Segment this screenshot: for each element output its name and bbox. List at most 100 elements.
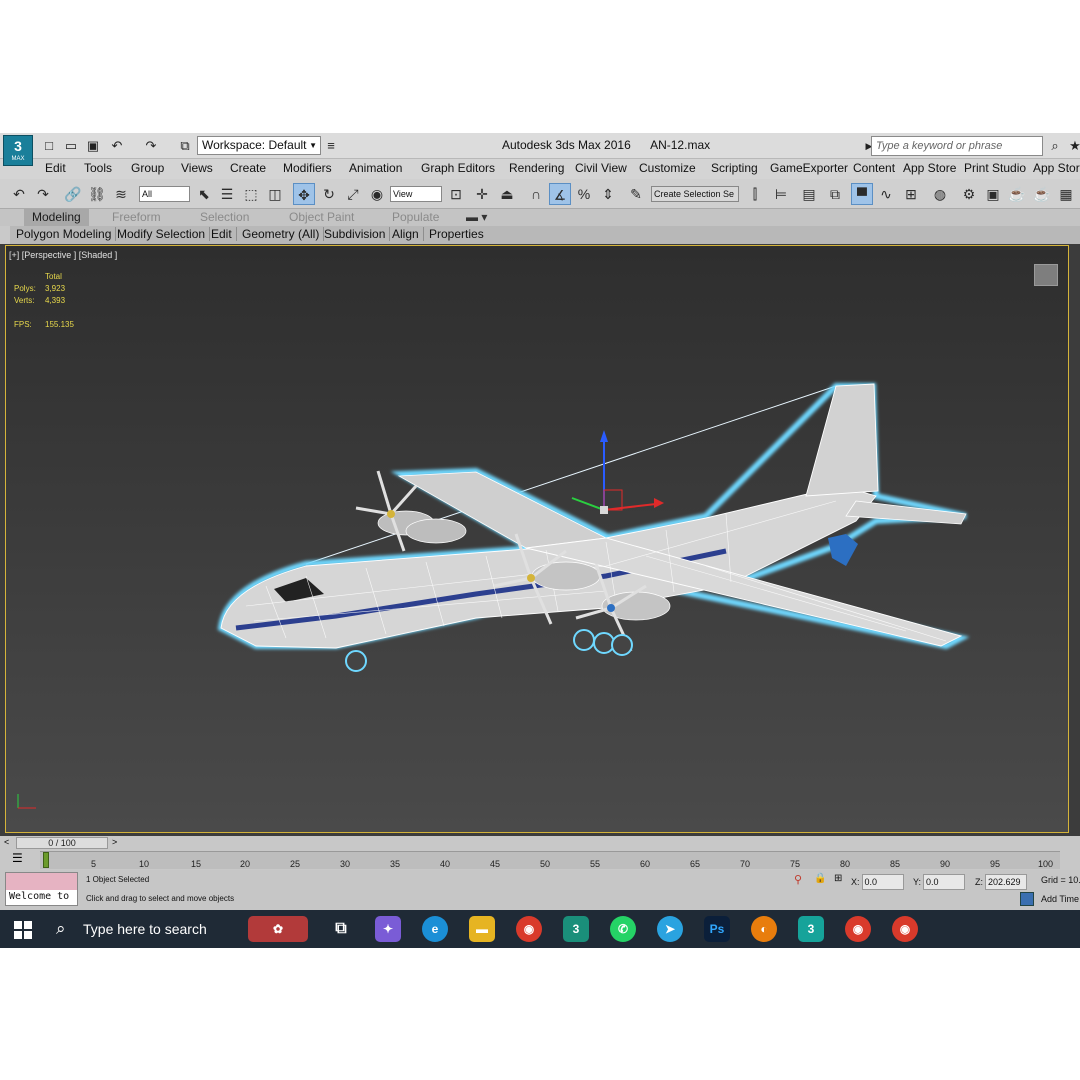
panel-modify-selection[interactable]: Modify Selection	[117, 227, 211, 241]
open-file-icon[interactable]: ▭	[62, 137, 80, 155]
add-time-tag[interactable]: Add Time T	[1041, 894, 1080, 904]
window-crossing-icon[interactable]: ◫	[264, 183, 286, 205]
ribbon-options-icon[interactable]: ▬ ▾	[466, 210, 487, 224]
search-highlight-icon[interactable]: ✿	[248, 916, 308, 942]
search-icon[interactable]: ⌕	[56, 919, 66, 939]
link-icon[interactable]: 🔗	[62, 183, 84, 205]
scene-explorer-icon[interactable]: ▤	[798, 183, 820, 205]
menu-scripting[interactable]: Scripting	[711, 161, 758, 175]
menu-app-store-2[interactable]: App Store	[1033, 161, 1080, 175]
z-value[interactable]: 202.629	[985, 874, 1027, 890]
maxscript-listener[interactable]: Welcome to	[5, 872, 78, 906]
windows-start-icon[interactable]	[14, 921, 32, 939]
tab-modeling[interactable]: Modeling	[24, 209, 89, 226]
pivot-center-icon[interactable]: ⊡	[445, 183, 467, 205]
mirror-icon[interactable]: ⫿	[744, 183, 766, 205]
new-file-icon[interactable]: □	[40, 137, 58, 155]
percent-snap-icon[interactable]: %	[573, 183, 595, 205]
z-coordinate[interactable]: Z: 202.629	[975, 874, 1027, 890]
tab-freeform[interactable]: Freeform	[112, 210, 161, 224]
x-value[interactable]: 0.0	[861, 874, 904, 890]
menu-create[interactable]: Create	[230, 161, 266, 175]
menu-print-studio[interactable]: Print Studio	[964, 161, 1026, 175]
redo-icon[interactable]: ↷	[142, 137, 160, 155]
named-selection-dropdown[interactable]: Create Selection Se	[651, 186, 739, 202]
layer-explorer-icon[interactable]: ⧉	[824, 183, 846, 205]
tab-object-paint[interactable]: Object Paint	[289, 210, 354, 224]
copilot-icon[interactable]: ✦	[375, 916, 401, 942]
workspace-dropdown[interactable]: Workspace: Default ▼	[197, 136, 321, 155]
schematic-view-icon[interactable]: ⊞	[900, 183, 922, 205]
blender-icon[interactable]: ◐	[751, 916, 777, 942]
manipulate-icon[interactable]: ✛	[471, 183, 493, 205]
slider-prev-icon[interactable]: <	[4, 837, 9, 847]
panel-properties[interactable]: Properties	[429, 227, 488, 241]
toggle-ribbon-icon[interactable]: ▀	[851, 183, 873, 205]
render-production-icon[interactable]: ☕	[1006, 183, 1028, 205]
workspace-menu-icon[interactable]: ≡	[322, 137, 340, 155]
menu-views[interactable]: Views	[181, 161, 213, 175]
communication-icon[interactable]: ★	[1066, 137, 1080, 155]
y-value[interactable]: 0.0	[923, 874, 966, 890]
task-view-icon[interactable]: ⧉	[328, 916, 354, 942]
menu-modifiers[interactable]: Modifiers	[283, 161, 332, 175]
binoculars-icon[interactable]: ⌕	[1046, 137, 1064, 155]
panel-align[interactable]: Align	[392, 227, 424, 241]
unlink-icon[interactable]: ⛓	[86, 183, 108, 205]
menu-edit[interactable]: Edit	[45, 161, 66, 175]
render-setup-icon[interactable]: ⚙	[958, 183, 980, 205]
chrome-profile-icon[interactable]: ◉	[845, 916, 871, 942]
panel-geometry-all[interactable]: Geometry (All)	[242, 227, 325, 241]
rect-selection-icon[interactable]: ⬚	[240, 183, 262, 205]
telegram-icon[interactable]: ➤	[657, 916, 683, 942]
tab-selection[interactable]: Selection	[200, 210, 249, 224]
snaps-toggle-icon[interactable]: ∩	[525, 183, 547, 205]
material-editor-icon[interactable]: ◍	[929, 183, 951, 205]
menu-gameexporter[interactable]: GameExporter	[770, 161, 848, 175]
infocenter-search-input[interactable]: Type a keyword or phrase	[871, 136, 1043, 156]
menu-rendering[interactable]: Rendering	[509, 161, 564, 175]
chrome-profile-2-icon[interactable]: ◉	[892, 916, 918, 942]
edge-icon[interactable]: e	[422, 916, 448, 942]
file-explorer-icon[interactable]: ▬	[469, 916, 495, 942]
a360-render-icon[interactable]: ▦	[1055, 183, 1077, 205]
menu-app-store[interactable]: App Store	[903, 161, 956, 175]
select-rotate-icon[interactable]: ↻	[318, 183, 340, 205]
y-coordinate[interactable]: Y: 0.0	[913, 874, 966, 890]
3dsmax-taskbar-icon[interactable]: 3	[563, 916, 589, 942]
absolute-mode-icon[interactable]: ⊞	[834, 873, 842, 884]
bind-space-warp-icon[interactable]: ≋	[110, 183, 132, 205]
undo-icon[interactable]: ↶	[8, 183, 30, 205]
panel-polygon-modeling[interactable]: Polygon Modeling	[16, 227, 117, 241]
move-gizmo[interactable]	[571, 430, 664, 514]
menu-graph-editors[interactable]: Graph Editors	[421, 161, 495, 175]
mini-curve-editor-icon[interactable]: ☰	[12, 851, 23, 865]
undo-icon[interactable]: ↶	[108, 137, 126, 155]
menu-customize[interactable]: Customize	[639, 161, 696, 175]
x-coordinate[interactable]: X: 0.0	[851, 874, 904, 890]
select-move-icon[interactable]: ✥	[293, 183, 315, 205]
menu-tools[interactable]: Tools	[84, 161, 112, 175]
rendered-frame-icon[interactable]: ▣	[982, 183, 1004, 205]
app-logo-button[interactable]: 3 MAX	[3, 135, 33, 166]
3dsmax-active-icon[interactable]: 3	[798, 916, 824, 942]
photoshop-icon[interactable]: Ps	[704, 916, 730, 942]
menu-content[interactable]: Content	[853, 161, 895, 175]
project-folder-icon[interactable]: ⧉	[176, 137, 194, 155]
lock-selection-icon[interactable]: 🔒	[814, 873, 826, 884]
time-tag-icon[interactable]	[1020, 892, 1034, 906]
reference-coord-dropdown[interactable]: View	[390, 186, 442, 202]
select-scale-icon[interactable]: ⤢	[342, 183, 364, 205]
slider-next-icon[interactable]: >	[112, 837, 117, 847]
maxscript-output[interactable]: Welcome to	[6, 890, 77, 905]
time-slider[interactable]: 0 / 100	[16, 837, 108, 849]
save-file-icon[interactable]: ▣	[84, 137, 102, 155]
curve-editor-icon[interactable]: ∿	[875, 183, 897, 205]
keyboard-shortcut-icon[interactable]: ⏏	[496, 183, 518, 205]
select-object-icon[interactable]: ⬉	[193, 183, 215, 205]
edit-named-selection-icon[interactable]: ✎	[625, 183, 647, 205]
an12-aircraft-model[interactable]	[6, 246, 1068, 832]
panel-edit[interactable]: Edit	[211, 227, 237, 241]
menu-civil-view[interactable]: Civil View	[575, 161, 627, 175]
spinner-snap-icon[interactable]: ⇕	[597, 183, 619, 205]
